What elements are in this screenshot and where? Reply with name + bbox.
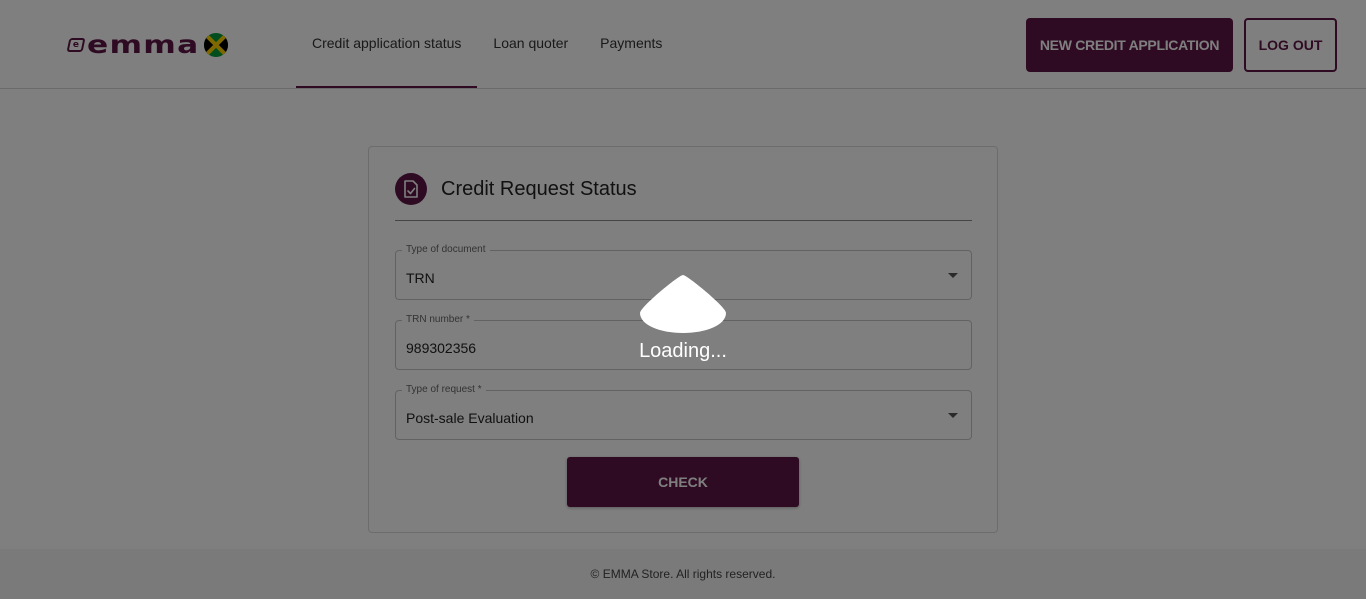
loading-spinner-icon <box>640 275 726 333</box>
loading-overlay: Loading... <box>0 0 1366 599</box>
loading-text: Loading... <box>639 340 727 362</box>
